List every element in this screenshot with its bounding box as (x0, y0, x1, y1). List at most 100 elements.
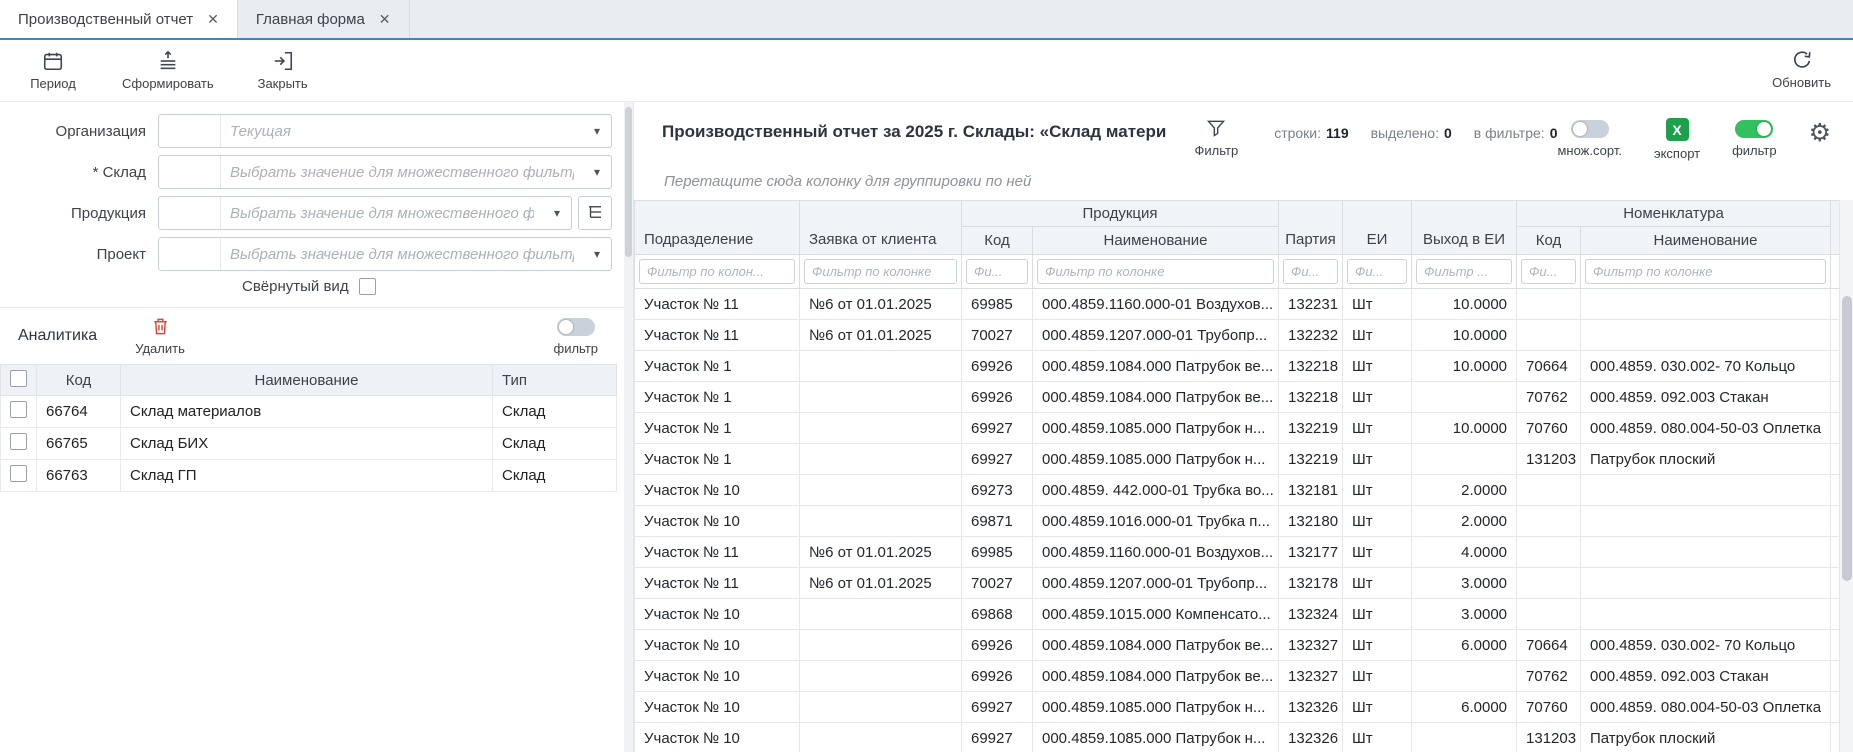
report-panel: Производственный отчет за 2025 г. Склады… (633, 102, 1853, 752)
refresh-button[interactable]: Обновить (1772, 49, 1831, 90)
column-filter-input[interactable] (1037, 259, 1274, 284)
column-header[interactable]: Наименование (1581, 227, 1831, 255)
analytics-header-row: Код Наименование Тип (1, 365, 617, 396)
gear-icon[interactable]: ⚙ (1809, 118, 1831, 145)
warehouse-select[interactable]: ▾ (158, 155, 612, 189)
warehouse-input[interactable] (221, 156, 583, 188)
analytics-row[interactable]: 66764Склад материаловСклад (1, 396, 617, 428)
report-row[interactable]: Участок № 1069868000.4859.1015.000 Компе… (635, 599, 1841, 630)
column-filter-input[interactable] (1416, 259, 1512, 284)
group-by-drop-zone[interactable]: Перетащите сюда колонку для группировки … (664, 173, 1835, 190)
column-header-type[interactable]: Тип (493, 365, 617, 396)
report-cell: 132231 (1279, 289, 1343, 320)
report-row[interactable]: Участок № 169926000.4859.1084.000 Патруб… (635, 382, 1841, 413)
tab-production-report[interactable]: Производственный отчет ✕ (0, 0, 238, 38)
report-cell: 10.0000 (1412, 289, 1517, 320)
row-checkbox[interactable] (10, 401, 27, 418)
filter-control: фильтр (1732, 118, 1776, 158)
project-input[interactable] (221, 238, 583, 270)
close-icon[interactable]: ✕ (207, 11, 219, 28)
filter-toggle[interactable] (1735, 120, 1773, 138)
report-row[interactable]: Участок № 11№6 от 01.01.202569985000.485… (635, 537, 1841, 568)
report-row[interactable]: Участок № 1069926000.4859.1084.000 Патру… (635, 661, 1841, 692)
organization-input[interactable] (221, 115, 583, 147)
column-filter-input[interactable] (1283, 259, 1338, 284)
column-filter-input[interactable] (804, 259, 957, 284)
column-group-header[interactable]: Продукция (962, 201, 1279, 227)
report-cell: 10.0000 (1412, 320, 1517, 351)
close-icon[interactable]: ✕ (379, 11, 391, 28)
analytics-row[interactable]: 66763Склад ГПСклад (1, 460, 617, 492)
left-panel-scrollbar[interactable] (624, 102, 633, 752)
analytics-type-cell: Склад (493, 428, 617, 460)
report-row[interactable]: Участок № 11№6 от 01.01.202569985000.485… (635, 289, 1841, 320)
generate-button[interactable]: Сформировать (122, 50, 214, 91)
collapsed-view-checkbox[interactable] (359, 278, 376, 295)
excel-export-icon[interactable]: X (1666, 118, 1689, 141)
toggle-knob (1757, 122, 1771, 136)
column-group-header[interactable]: Номенклатура (1517, 201, 1831, 227)
report-row[interactable]: Участок № 1069927000.4859.1085.000 Патру… (635, 723, 1841, 752)
scrollbar-thumb[interactable] (625, 107, 632, 257)
chevron-down-icon[interactable]: ▾ (583, 247, 611, 261)
multisort-toggle[interactable] (1571, 120, 1609, 138)
tab-main-form[interactable]: Главная форма ✕ (238, 0, 410, 38)
hierarchy-select-button[interactable] (578, 196, 612, 230)
report-cell: 69926 (962, 630, 1033, 661)
scrollbar-thumb[interactable] (1842, 296, 1852, 581)
report-row[interactable]: Участок № 169927000.4859.1085.000 Патруб… (635, 444, 1841, 475)
column-filter-input[interactable] (966, 259, 1028, 284)
close-button[interactable]: Закрыть (254, 50, 312, 91)
report-row[interactable]: Участок № 1069926000.4859.1084.000 Патру… (635, 630, 1841, 661)
column-header[interactable]: Код (1517, 227, 1581, 255)
column-header-name[interactable]: Наименование (121, 365, 493, 396)
period-button[interactable]: Период (24, 50, 82, 91)
report-scrollbar[interactable] (1839, 200, 1853, 752)
organization-select[interactable]: ▾ (158, 114, 612, 148)
analytics-filter-toggle[interactable] (557, 318, 595, 336)
report-cell (800, 599, 962, 630)
column-header[interactable]: Партия (1279, 201, 1343, 255)
analytics-row[interactable]: 66765Склад БИХСклад (1, 428, 617, 460)
chevron-down-icon[interactable]: ▾ (583, 124, 611, 138)
report-cell: 000.4859.1085.000 Патрубок н... (1033, 692, 1279, 723)
report-row[interactable]: Участок № 1069273000.4859. 442.000-01 Тр… (635, 475, 1841, 506)
report-row[interactable]: Участок № 169927000.4859.1085.000 Патруб… (635, 413, 1841, 444)
column-filter-input[interactable] (1521, 259, 1576, 284)
select-all-cell (1, 365, 37, 396)
select-all-checkbox[interactable] (10, 370, 27, 387)
column-header[interactable]: Подразделение (635, 201, 800, 255)
chevron-down-icon[interactable]: ▾ (543, 206, 571, 220)
report-cell: №6 от 01.01.2025 (800, 320, 962, 351)
column-header[interactable]: ЕИ (1343, 201, 1412, 255)
chevron-down-icon[interactable]: ▾ (583, 165, 611, 179)
report-cell (1412, 661, 1517, 692)
report-cell: Шт (1343, 382, 1412, 413)
row-checkbox[interactable] (10, 465, 27, 482)
project-select[interactable]: ▾ (158, 237, 612, 271)
report-cell: 69985 (962, 289, 1033, 320)
report-row[interactable]: Участок № 11№6 от 01.01.202570027000.485… (635, 568, 1841, 599)
column-header[interactable]: Выход в ЕИ (1412, 201, 1517, 255)
products-input[interactable] (221, 197, 543, 229)
exit-door-icon (272, 50, 294, 72)
report-cell: 3.0000 (1412, 568, 1517, 599)
products-select[interactable]: ▾ (158, 196, 572, 230)
column-header[interactable]: Заявка от клиента (800, 201, 962, 255)
report-row[interactable]: Участок № 169926000.4859.1084.000 Патруб… (635, 351, 1841, 382)
report-row[interactable]: Участок № 1069927000.4859.1085.000 Патру… (635, 692, 1841, 723)
delete-button[interactable]: Удалить (135, 317, 185, 356)
column-filter-input[interactable] (1585, 259, 1826, 284)
report-cell: Шт (1343, 289, 1412, 320)
column-filter-input[interactable] (639, 259, 795, 284)
column-filter-input[interactable] (1347, 259, 1407, 284)
report-row[interactable]: Участок № 11№6 от 01.01.202570027000.485… (635, 320, 1841, 351)
report-cell: 000.4859. 080.004-50-03 Оплетка (1581, 692, 1831, 723)
row-checkbox[interactable] (10, 433, 27, 450)
column-header-code[interactable]: Код (37, 365, 121, 396)
report-cell (800, 723, 962, 752)
column-header[interactable]: Наименование (1033, 227, 1279, 255)
column-header[interactable]: Код (962, 227, 1033, 255)
report-row[interactable]: Участок № 1069871000.4859.1016.000-01 Тр… (635, 506, 1841, 537)
filter-tool-button[interactable]: Фильтр (1195, 118, 1239, 158)
